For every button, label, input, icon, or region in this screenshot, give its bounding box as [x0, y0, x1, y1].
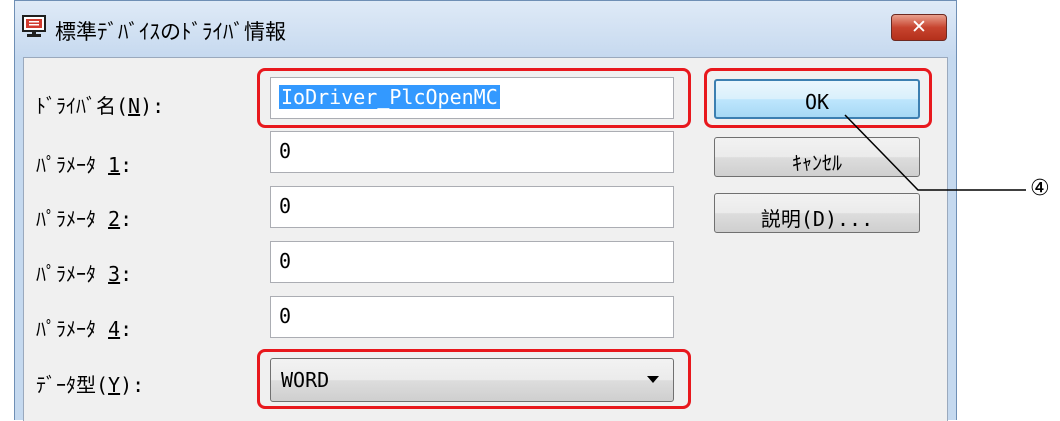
- callout-number: ④: [1030, 176, 1050, 201]
- callout-leader-line: [844, 114, 1026, 191]
